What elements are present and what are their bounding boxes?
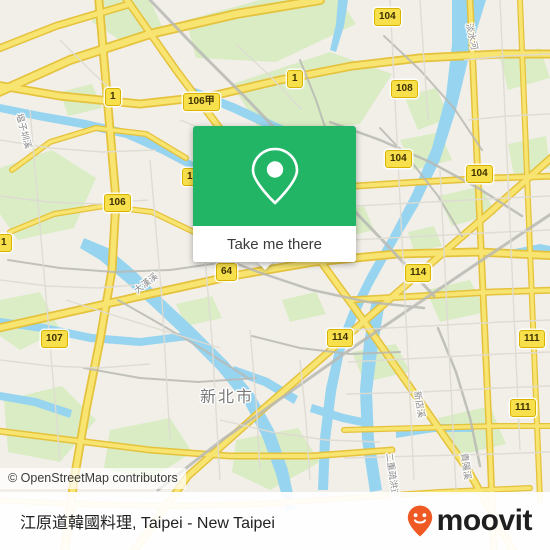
- take-me-there-button[interactable]: Take me there: [193, 226, 356, 262]
- moovit-map-screenshot: 新北市 塭子圳溪 大漢溪 淡水河 新店溪 二重疏洪道 貴陽溪 104 1 108…: [0, 0, 550, 550]
- road-shield[interactable]: 107: [41, 330, 68, 348]
- road-shield[interactable]: 1: [287, 70, 303, 88]
- road-shield[interactable]: 114: [327, 329, 354, 347]
- moovit-wordmark: moovit: [436, 504, 533, 537]
- road-shield[interactable]: 111: [510, 399, 536, 417]
- moovit-smiley-pin-icon: [407, 505, 432, 537]
- card-pointer-tail: [256, 261, 274, 270]
- road-shield[interactable]: 111: [519, 330, 545, 348]
- take-me-there-label: Take me there: [226, 235, 323, 253]
- road-shield[interactable]: 1: [0, 234, 12, 252]
- road-shield[interactable]: 106甲: [183, 93, 220, 111]
- road-shield[interactable]: 108: [391, 80, 418, 98]
- road-shield[interactable]: 104: [374, 8, 401, 26]
- road-shield[interactable]: 106: [104, 194, 131, 212]
- road-shield[interactable]: 104: [385, 150, 412, 168]
- osm-attribution[interactable]: © OpenStreetMap contributors: [0, 468, 186, 489]
- road-shield[interactable]: 1: [105, 88, 121, 106]
- moovit-logo[interactable]: moovit: [407, 504, 533, 537]
- card-image-panel: [193, 126, 356, 226]
- road-shield[interactable]: 104: [466, 165, 493, 183]
- location-info-card[interactable]: Take me there: [193, 126, 356, 262]
- road-shield[interactable]: 64: [216, 263, 238, 281]
- map-pin-icon: [251, 147, 298, 205]
- road-shield[interactable]: 114: [405, 264, 432, 282]
- footer-bar: 江原道韓國料理, Taipei - New Taipei moovit: [0, 492, 550, 550]
- place-title: 江原道韓國料理, Taipei - New Taipei: [20, 515, 275, 532]
